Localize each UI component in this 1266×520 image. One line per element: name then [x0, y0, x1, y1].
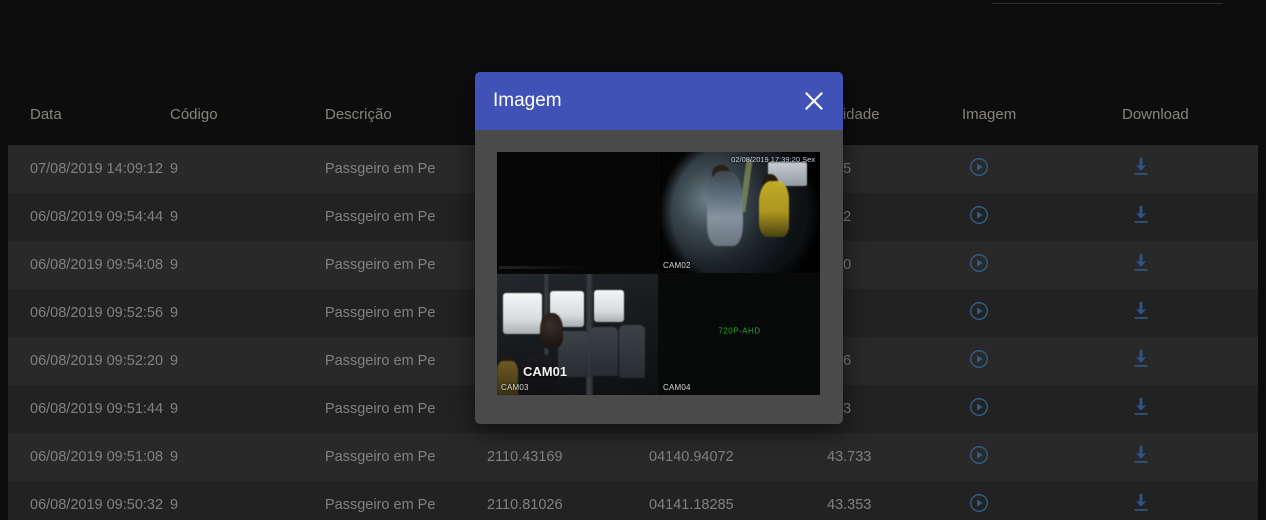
camera-quadrant-1[interactable]	[497, 152, 658, 273]
quadrant-2-label: CAM02	[663, 261, 691, 270]
image-modal: Imagem 02/08/2019 17:39:20 Sex CAM02 CAM…	[475, 72, 843, 424]
camera-quadrant-3[interactable]: CAM01 CAM03	[497, 274, 658, 395]
bus-seat-3-shape	[619, 324, 646, 379]
modal-title: Imagem	[493, 90, 562, 111]
modal-body: 02/08/2019 17:39:20 Sex CAM02 CAM01 CAM0…	[475, 130, 843, 395]
app-root: Data Código Descrição ocidade Imagem Dow…	[0, 0, 1266, 520]
bus-window-1-shape	[503, 293, 543, 335]
camera-quadrant-2[interactable]: 02/08/2019 17:39:20 Sex CAM02	[659, 152, 820, 273]
camera-quadrant-4[interactable]: 720P-AHD CAM04	[659, 274, 820, 395]
quadrant-2-timestamp: 02/08/2019 17:39:20 Sex	[731, 155, 815, 164]
passenger-body-shape	[707, 171, 743, 247]
bus-seat-2-shape	[590, 327, 618, 376]
quadrant-4-label: CAM04	[663, 383, 691, 392]
quadrant-3-label: CAM03	[501, 383, 529, 392]
quadrant-4-signal-text: 720P-AHD	[718, 326, 761, 336]
bus-window-3-shape	[593, 289, 625, 323]
passenger-body-shape-2	[758, 181, 790, 237]
passenger-rear-shape	[540, 312, 563, 350]
camera-quad-view[interactable]: 02/08/2019 17:39:20 Sex CAM02 CAM01 CAM0…	[497, 152, 820, 395]
modal-header: Imagem	[475, 72, 843, 130]
quadrant-3-big-label: CAM01	[523, 364, 568, 379]
close-icon[interactable]	[801, 88, 827, 114]
